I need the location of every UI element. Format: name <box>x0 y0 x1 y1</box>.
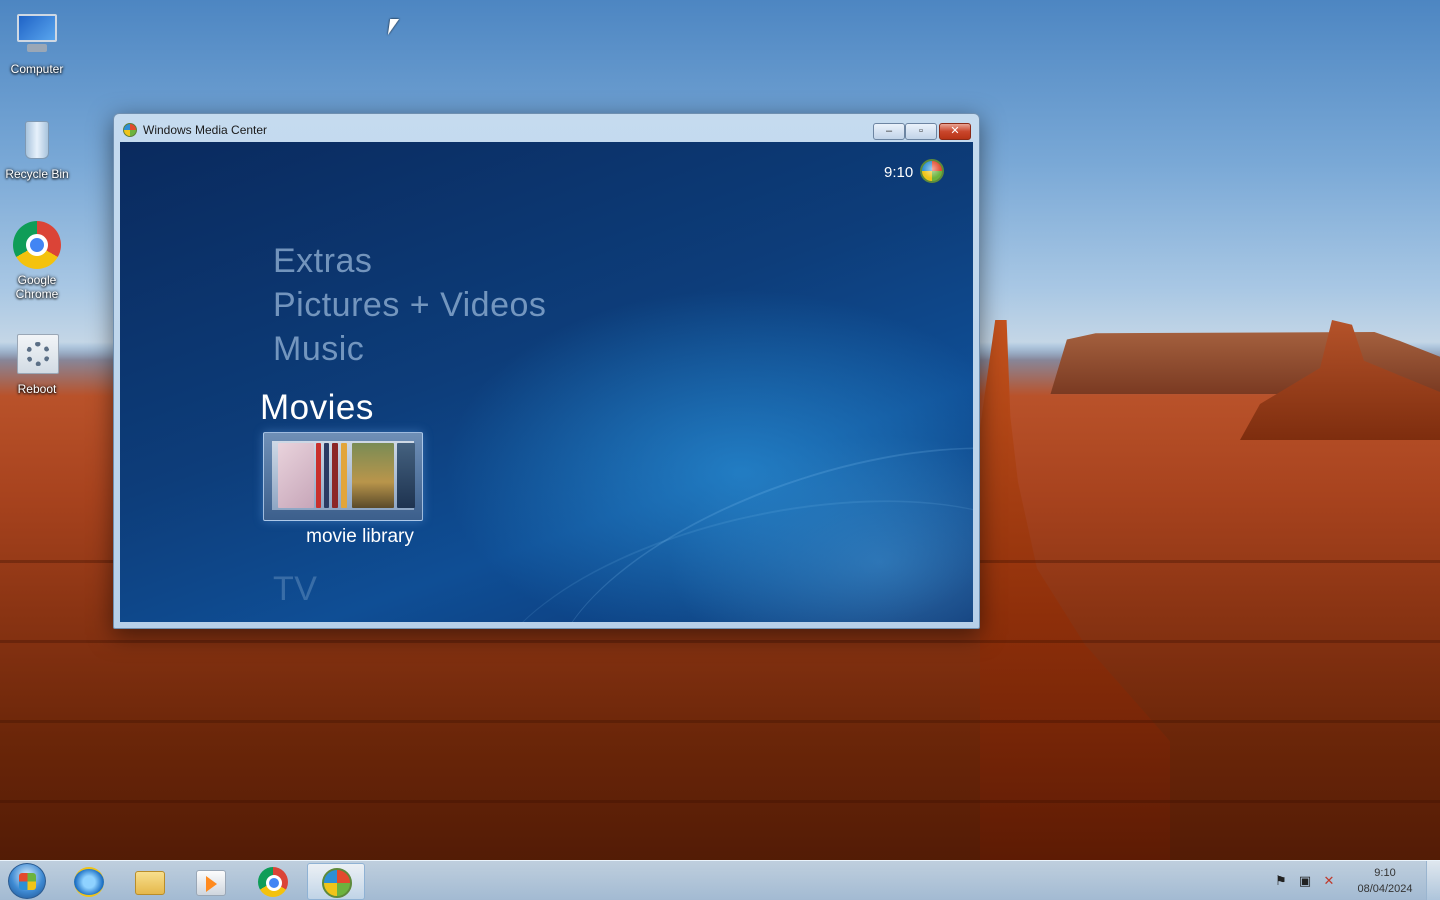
movie-spine <box>332 443 338 508</box>
chrome-icon <box>13 221 61 269</box>
media-center-content: 9:10 Extras Pictures + Videos Music Movi… <box>120 142 973 622</box>
taskbar <box>0 860 1440 900</box>
movie-library-tile[interactable] <box>263 432 423 521</box>
folder-icon <box>135 871 165 895</box>
network-icon[interactable]: ▣ <box>1297 873 1313 889</box>
wallpaper-streak <box>0 800 1440 803</box>
media-player-icon <box>196 870 226 896</box>
desktop-icon-google-chrome[interactable]: Google Chrome <box>0 221 74 301</box>
internet-explorer-icon <box>74 867 104 897</box>
menu-item-music[interactable]: Music <box>273 330 364 369</box>
windows-logo-icon <box>19 873 36 890</box>
wallpaper-streak <box>0 640 1440 643</box>
media-center-icon <box>322 868 352 898</box>
media-center-start-button[interactable] <box>920 159 944 183</box>
reboot-icon <box>13 330 61 378</box>
window-titlebar[interactable]: Windows Media Center – ▫ ✕ <box>114 114 979 144</box>
desktop-icon-label: Reboot <box>17 382 57 396</box>
desktop-icon-reboot[interactable]: Reboot <box>0 330 74 396</box>
wallpaper-streak <box>0 720 1440 723</box>
start-button[interactable] <box>8 863 46 899</box>
action-center-flag-icon[interactable]: ⚑ <box>1273 873 1289 889</box>
show-desktop-button[interactable] <box>1426 861 1440 900</box>
taskbar-media-player[interactable] <box>182 863 240 900</box>
taskbar-time: 9:10 <box>1374 867 1396 879</box>
movie-cover <box>278 443 314 508</box>
media-center-clock: 9:10 <box>884 164 914 181</box>
desktop-icon-recycle-bin[interactable]: Recycle Bin <box>0 115 74 181</box>
menu-item-tv[interactable]: TV <box>273 570 317 609</box>
movie-spine <box>316 443 321 508</box>
media-center-window[interactable]: Windows Media Center – ▫ ✕ 9:10 Extras P… <box>113 113 980 629</box>
menu-item-movies[interactable]: Movies <box>260 388 374 428</box>
minimize-button[interactable]: – <box>873 123 905 140</box>
movie-spine <box>341 443 347 508</box>
movie-spine <box>324 443 329 508</box>
volume-muted-icon[interactable]: ✕ <box>1321 873 1337 889</box>
desktop-icon-label: Google Chrome <box>15 273 59 301</box>
movie-cover <box>397 443 415 508</box>
menu-item-extras[interactable]: Extras <box>273 242 372 281</box>
desktop-icon-label: Recycle Bin <box>5 167 69 181</box>
recycle-bin-icon <box>13 115 61 163</box>
menu-item-pictures-videos[interactable]: Pictures + Videos <box>273 286 546 325</box>
taskbar-windows-explorer[interactable] <box>121 863 179 900</box>
window-title: Windows Media Center <box>143 123 268 137</box>
movie-library-label: movie library <box>306 526 414 547</box>
computer-icon <box>13 10 61 58</box>
maximize-button[interactable]: ▫ <box>905 123 937 140</box>
taskbar-media-center[interactable] <box>307 863 365 900</box>
taskbar-clock[interactable]: 9:10 08/04/2024 <box>1346 865 1424 897</box>
taskbar-internet-explorer[interactable] <box>60 863 118 900</box>
desktop-icon-computer[interactable]: Computer <box>0 10 74 76</box>
media-center-icon <box>123 123 137 137</box>
chrome-icon <box>258 867 288 897</box>
close-button[interactable]: ✕ <box>939 123 971 140</box>
movie-cover <box>352 443 394 508</box>
taskbar-google-chrome[interactable] <box>244 863 302 900</box>
desktop-icon-label: Computer <box>10 62 64 76</box>
taskbar-date: 08/04/2024 <box>1357 883 1413 895</box>
